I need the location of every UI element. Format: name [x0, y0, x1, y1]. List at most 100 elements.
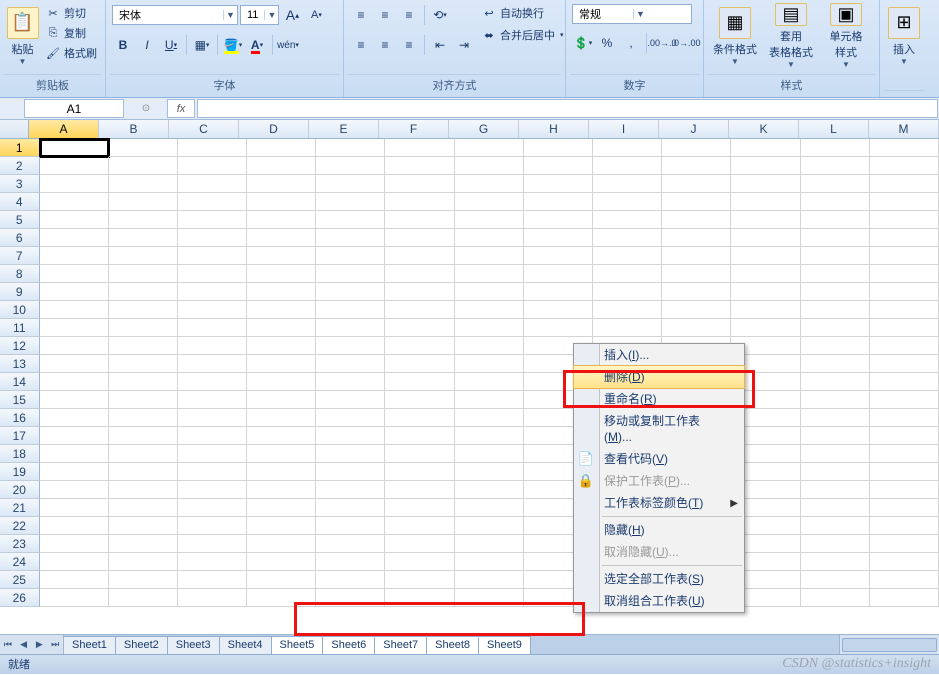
- cell-B12[interactable]: [109, 337, 178, 355]
- cell-H9[interactable]: [524, 283, 593, 301]
- last-sheet-button[interactable]: ⏭: [47, 635, 63, 654]
- row-head-19[interactable]: 19: [0, 463, 40, 481]
- cell-E3[interactable]: [316, 175, 385, 193]
- menu-view-code[interactable]: 📄查看代码(V): [574, 448, 744, 470]
- cell-J8[interactable]: [662, 265, 731, 283]
- cell-M14[interactable]: [870, 373, 939, 391]
- cell-F16[interactable]: [385, 409, 454, 427]
- italic-button[interactable]: I: [136, 34, 158, 56]
- merge-center-button[interactable]: ⬌合并后居中▾: [479, 26, 566, 44]
- row-head-16[interactable]: 16: [0, 409, 40, 427]
- col-head-J[interactable]: J: [659, 120, 729, 138]
- row-head-26[interactable]: 26: [0, 589, 40, 607]
- row-head-6[interactable]: 6: [0, 229, 40, 247]
- menu-tab-color[interactable]: 工作表标签颜色(T)▶: [574, 492, 744, 514]
- cell-E5[interactable]: [316, 211, 385, 229]
- cell-C7[interactable]: [178, 247, 247, 265]
- align-right-button[interactable]: ≡: [398, 34, 420, 56]
- paste-button[interactable]: 📋 粘贴 ▼: [6, 4, 39, 68]
- row-head-9[interactable]: 9: [0, 283, 40, 301]
- align-center-button[interactable]: ≡: [374, 34, 396, 56]
- increase-indent-button[interactable]: ⇥: [453, 34, 475, 56]
- cell-A15[interactable]: [40, 391, 109, 409]
- sheet-tab-sheet2[interactable]: Sheet2: [115, 636, 168, 654]
- cell-D11[interactable]: [247, 319, 316, 337]
- cell-A12[interactable]: [40, 337, 109, 355]
- align-left-button[interactable]: ≡: [350, 34, 372, 56]
- row-head-24[interactable]: 24: [0, 553, 40, 571]
- cell-D5[interactable]: [247, 211, 316, 229]
- cell-D8[interactable]: [247, 265, 316, 283]
- cell-E22[interactable]: [316, 517, 385, 535]
- cell-L6[interactable]: [801, 229, 870, 247]
- cell-D13[interactable]: [247, 355, 316, 373]
- cell-K10[interactable]: [731, 301, 800, 319]
- cell-A25[interactable]: [40, 571, 109, 589]
- cell-J10[interactable]: [662, 301, 731, 319]
- cell-F12[interactable]: [385, 337, 454, 355]
- row-head-2[interactable]: 2: [0, 157, 40, 175]
- cell-A2[interactable]: [40, 157, 109, 175]
- currency-button[interactable]: 💲▾: [572, 32, 594, 54]
- col-head-B[interactable]: B: [99, 120, 169, 138]
- row-head-11[interactable]: 11: [0, 319, 40, 337]
- cell-E1[interactable]: [316, 139, 385, 157]
- cell-H7[interactable]: [524, 247, 593, 265]
- cell-I3[interactable]: [593, 175, 662, 193]
- col-head-G[interactable]: G: [449, 120, 519, 138]
- cell-E2[interactable]: [316, 157, 385, 175]
- phonetic-button[interactable]: wén▾: [277, 34, 299, 56]
- col-head-A[interactable]: A: [29, 120, 99, 138]
- conditional-format-button[interactable]: ▦ 条件格式 ▼: [710, 4, 760, 68]
- cell-B13[interactable]: [109, 355, 178, 373]
- cell-E26[interactable]: [316, 589, 385, 607]
- row-head-8[interactable]: 8: [0, 265, 40, 283]
- cell-L14[interactable]: [801, 373, 870, 391]
- cell-H1[interactable]: [524, 139, 593, 157]
- format-painter-button[interactable]: 🖌格式刷: [43, 44, 99, 62]
- cell-A23[interactable]: [40, 535, 109, 553]
- col-head-I[interactable]: I: [589, 120, 659, 138]
- cell-B11[interactable]: [109, 319, 178, 337]
- cell-E23[interactable]: [316, 535, 385, 553]
- cell-M12[interactable]: [870, 337, 939, 355]
- cell-F24[interactable]: [385, 553, 454, 571]
- cell-I11[interactable]: [593, 319, 662, 337]
- first-sheet-button[interactable]: ⏮: [0, 635, 16, 654]
- cell-M16[interactable]: [870, 409, 939, 427]
- sheet-tab-sheet3[interactable]: Sheet3: [167, 636, 220, 654]
- cell-B8[interactable]: [109, 265, 178, 283]
- cell-D14[interactable]: [247, 373, 316, 391]
- cell-D21[interactable]: [247, 499, 316, 517]
- cell-M4[interactable]: [870, 193, 939, 211]
- cell-C4[interactable]: [178, 193, 247, 211]
- cell-E24[interactable]: [316, 553, 385, 571]
- menu-move-copy[interactable]: 移动或复制工作表(M)...: [574, 410, 744, 448]
- cell-A3[interactable]: [40, 175, 109, 193]
- cell-D1[interactable]: [247, 139, 316, 157]
- cell-D3[interactable]: [247, 175, 316, 193]
- cell-C18[interactable]: [178, 445, 247, 463]
- cell-C19[interactable]: [178, 463, 247, 481]
- spreadsheet-grid[interactable]: 1234567891011121314151617181920212223242…: [0, 139, 939, 607]
- cell-F5[interactable]: [385, 211, 454, 229]
- cell-B26[interactable]: [109, 589, 178, 607]
- align-top-button[interactable]: ≡: [350, 4, 372, 26]
- cell-L2[interactable]: [801, 157, 870, 175]
- cell-E8[interactable]: [316, 265, 385, 283]
- cell-G4[interactable]: [455, 193, 524, 211]
- sheet-tab-sheet4[interactable]: Sheet4: [219, 636, 272, 654]
- cell-M1[interactable]: [870, 139, 939, 157]
- cell-G10[interactable]: [455, 301, 524, 319]
- cell-K9[interactable]: [731, 283, 800, 301]
- cell-C22[interactable]: [178, 517, 247, 535]
- cell-G23[interactable]: [455, 535, 524, 553]
- cell-L19[interactable]: [801, 463, 870, 481]
- cell-E13[interactable]: [316, 355, 385, 373]
- cell-M11[interactable]: [870, 319, 939, 337]
- cell-C23[interactable]: [178, 535, 247, 553]
- cell-I8[interactable]: [593, 265, 662, 283]
- cell-E20[interactable]: [316, 481, 385, 499]
- menu-rename[interactable]: 重命名(R): [574, 388, 744, 410]
- row-head-13[interactable]: 13: [0, 355, 40, 373]
